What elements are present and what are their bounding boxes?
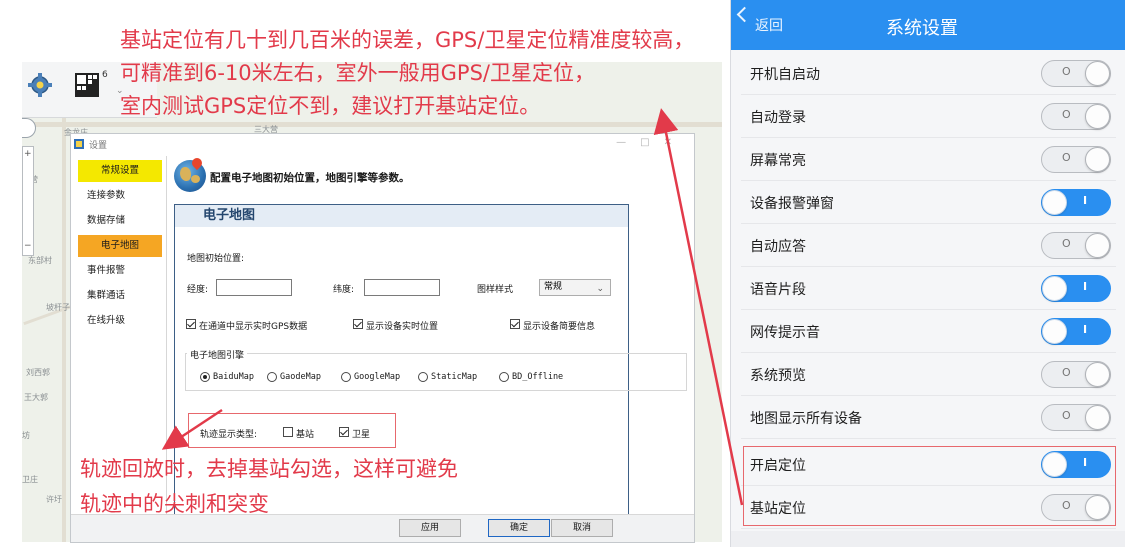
annotation-line: 可精准到6-10米左右，室外一般用GPS/卫星定位， [120,61,596,85]
annotation-line: 基站定位有几十到几百米的误差，GPS/卫星定位精准度较高， [120,28,695,52]
arrow-to-track-box [161,408,223,450]
arrow-to-top-note [653,108,744,506]
top-annotation: 基站定位有几十到几百米的误差，GPS/卫星定位精准度较高， 可精准到6-10米左… [120,24,694,123]
annotation-line: 室内测试GPS定位不到，建议打开基站定位。 [120,94,541,118]
bottom-annotation: 轨迹回放时，去掉基站勾选，这样可避免 轨迹中的尖刺和突变 [80,452,458,522]
annotation-line: 轨迹中的尖刺和突变 [80,492,269,516]
annotation-line: 轨迹回放时，去掉基站勾选，这样可避免 [80,457,458,481]
